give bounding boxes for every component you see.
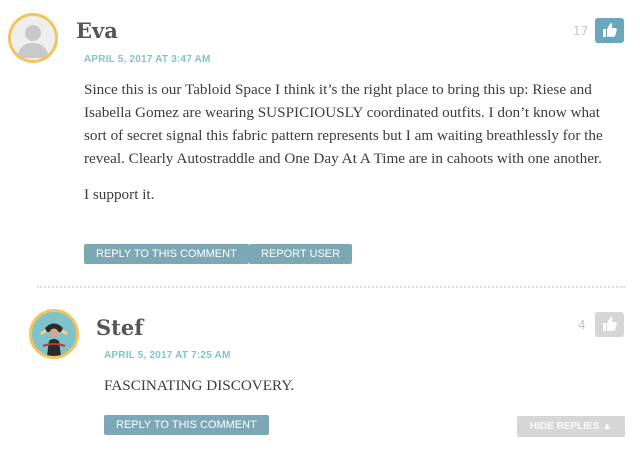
comment-author[interactable]: Stef [96, 316, 143, 340]
comment-date[interactable]: APRIL 5, 2017 AT 7:25 AM [104, 350, 231, 362]
avatar-eva [8, 13, 58, 63]
user-avatar-photo [32, 312, 76, 356]
like-button[interactable] [595, 312, 624, 337]
thumbs-up-icon [603, 23, 617, 37]
like-button[interactable] [595, 18, 624, 43]
comment-body: FASCINATING DISCOVERY. [104, 377, 295, 394]
hide-replies-button[interactable]: HIDE REPLIES ▲ [517, 416, 625, 437]
comment-paragraph: I support it. [84, 186, 155, 203]
report-user-button[interactable]: REPORT USER [249, 244, 353, 264]
reply-button[interactable]: REPLY TO THIS COMMENT [84, 244, 249, 264]
reply-button[interactable]: REPLY TO THIS COMMENT [104, 415, 269, 435]
avatar-stef [29, 309, 79, 359]
like-count: 4 [578, 318, 586, 332]
default-avatar-icon [11, 16, 55, 60]
thumbs-up-icon [603, 317, 617, 331]
comment-body: Since this is our Tabloid Space I think … [84, 78, 624, 219]
comment-divider [37, 286, 625, 288]
comment-author[interactable]: Eva [76, 19, 118, 43]
comment-paragraph: Since this is our Tabloid Space I think … [84, 81, 603, 167]
comment-date[interactable]: APRIL 5, 2017 AT 3:47 AM [84, 54, 211, 66]
like-count: 17 [573, 24, 589, 38]
